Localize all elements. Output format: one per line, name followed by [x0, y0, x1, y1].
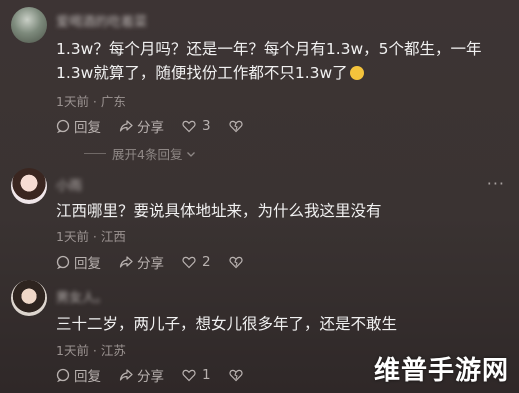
reply-label: 回复: [74, 256, 101, 272]
comment-username[interactable]: 男女人。: [56, 287, 108, 306]
comment-text: 1.3w？每个月吗？还是一年？每个月有1.3w，5个都生，一年 1.3w就算了，…: [56, 37, 507, 85]
comment-actions: 回复 分享 2: [56, 252, 265, 272]
share-label: 分享: [137, 120, 164, 136]
divider: [84, 153, 106, 154]
comment-meta: 1天前 · 广东: [56, 94, 126, 109]
avatar[interactable]: [11, 7, 47, 43]
heart-icon: [182, 120, 196, 133]
like-button[interactable]: 3: [182, 118, 211, 134]
comment-text-line: 三十二岁，两儿子，想女儿很多年了，还是不敢生: [56, 315, 398, 333]
comment-text-line-content: 1.3w就算了，随便找份工作都不只1.3w了: [56, 64, 348, 82]
avatar[interactable]: [11, 280, 47, 316]
dislike-button[interactable]: [229, 368, 247, 382]
dislike-button[interactable]: [229, 119, 247, 133]
comment-text-line: 江西哪里？要说具体地址来，为什么我这里没有: [56, 202, 382, 220]
comment-text: 三十二岁，两儿子，想女儿很多年了，还是不敢生: [56, 312, 507, 336]
reply-button[interactable]: 回复: [56, 365, 101, 385]
share-icon: [119, 369, 133, 381]
expand-replies-label: 展开4条回复: [112, 147, 183, 162]
share-icon: [119, 256, 133, 268]
laughing-emoji-icon: [349, 66, 364, 80]
dislike-icon: [229, 120, 243, 133]
reply-label: 回复: [74, 369, 101, 385]
comment-actions: 回复 分享 3: [56, 116, 265, 136]
reply-button[interactable]: 回复: [56, 116, 101, 136]
share-button[interactable]: 分享: [119, 252, 164, 272]
heart-icon: [182, 256, 196, 269]
comment-username[interactable]: 小雨: [56, 175, 82, 194]
dislike-icon: [229, 369, 243, 382]
comment-meta: 1天前 · 江西: [56, 229, 126, 244]
like-count: 3: [202, 118, 211, 134]
comment-actions: 回复 分享 1: [56, 365, 265, 385]
share-icon: [119, 120, 133, 132]
comment-meta: 1天前 · 江苏: [56, 343, 126, 358]
like-button[interactable]: 2: [182, 254, 211, 270]
more-options-button[interactable]: ···: [487, 174, 505, 193]
reply-icon: [56, 368, 70, 382]
dislike-icon: [229, 256, 243, 269]
reply-label: 回复: [74, 120, 101, 136]
comment-username[interactable]: 爱喝酒的吃着菜: [56, 11, 147, 30]
comment-text-line: 1.3w？每个月吗？还是一年？每个月有1.3w，5个都生，一年: [56, 40, 482, 58]
dislike-button[interactable]: [229, 255, 247, 269]
watermark: 维普手游网: [373, 356, 509, 386]
like-button[interactable]: 1: [182, 367, 211, 383]
share-label: 分享: [137, 369, 164, 385]
expand-replies-button[interactable]: 展开4条回复: [84, 144, 197, 163]
chevron-down-icon: [187, 151, 196, 157]
avatar[interactable]: [11, 168, 47, 204]
share-label: 分享: [137, 256, 164, 272]
share-button[interactable]: 分享: [119, 365, 164, 385]
reply-icon: [56, 119, 70, 133]
comment-text-line-2: 1.3w就算了，随便找份工作都不只1.3w了: [56, 61, 507, 85]
like-count: 2: [202, 254, 211, 270]
like-count: 1: [202, 367, 211, 383]
comment-text: 江西哪里？要说具体地址来，为什么我这里没有: [56, 199, 507, 223]
reply-icon: [56, 255, 70, 269]
share-button[interactable]: 分享: [119, 116, 164, 136]
reply-button[interactable]: 回复: [56, 252, 101, 272]
heart-icon: [182, 369, 196, 382]
